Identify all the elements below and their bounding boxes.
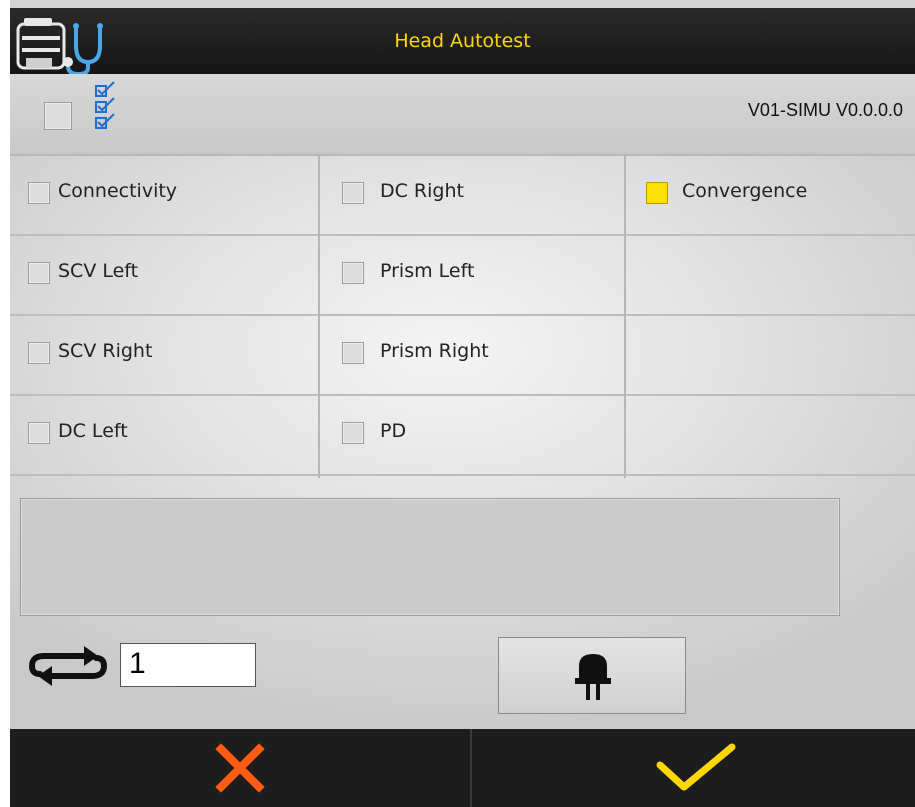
led-icon [575, 654, 611, 700]
footer-bar [10, 729, 915, 807]
test-checkbox[interactable] [342, 342, 364, 364]
message-box [20, 498, 840, 616]
autotest-dialog: Head Autotest V01-SIMU V0.0.0.0 Connecti… [10, 0, 915, 807]
test-label: PD [380, 420, 407, 442]
title-bar: Head Autotest [10, 8, 915, 77]
dialog-body: V01-SIMU V0.0.0.0 Connectivity SCV Left … [10, 74, 915, 729]
test-scv-right[interactable]: SCV Right [10, 316, 318, 396]
test-label: Prism Left [380, 260, 475, 282]
test-grid: Connectivity SCV Left SCV Right DC Left … [10, 156, 915, 478]
empty-cell [626, 236, 915, 316]
test-connectivity[interactable]: Connectivity [10, 156, 318, 236]
led-button[interactable] [498, 637, 686, 714]
empty-cell [626, 396, 915, 476]
test-dc-left[interactable]: DC Left [10, 396, 318, 476]
test-dc-right[interactable]: DC Right [320, 156, 624, 236]
dialog-title: Head Autotest [394, 30, 531, 52]
test-label: DC Right [380, 180, 464, 202]
cancel-button[interactable] [10, 729, 470, 807]
select-all-checkbox[interactable] [44, 102, 72, 130]
test-label: Prism Right [380, 340, 489, 362]
version-label: V01-SIMU V0.0.0.0 [747, 100, 903, 120]
test-label: Connectivity [58, 180, 178, 202]
test-checkbox[interactable] [28, 182, 50, 204]
test-pd[interactable]: PD [320, 396, 624, 476]
test-scv-left[interactable]: SCV Left [10, 236, 318, 316]
test-checkbox[interactable] [342, 422, 364, 444]
test-checkbox[interactable] [28, 422, 50, 444]
checklist-icon[interactable] [94, 80, 124, 136]
test-checkbox[interactable] [28, 262, 50, 284]
test-label: Convergence [682, 180, 808, 202]
toolbar: V01-SIMU V0.0.0.0 [10, 74, 915, 156]
checkmark-icon [656, 743, 736, 791]
repeat-icon [28, 644, 108, 688]
confirm-button[interactable] [472, 729, 915, 807]
empty-cell [626, 316, 915, 396]
test-label: SCV Right [58, 340, 153, 362]
test-label: SCV Left [58, 260, 139, 282]
test-checkbox[interactable] [342, 262, 364, 284]
test-convergence[interactable]: Convergence [626, 156, 915, 236]
test-prism-right[interactable]: Prism Right [320, 316, 624, 396]
test-prism-left[interactable]: Prism Left [320, 236, 624, 316]
test-label: DC Left [58, 420, 128, 442]
test-checkbox[interactable] [28, 342, 50, 364]
test-checkbox[interactable] [342, 182, 364, 204]
loop-count-input[interactable]: 1 [120, 643, 256, 687]
close-icon [215, 743, 265, 793]
test-checkbox-pending[interactable] [646, 182, 668, 204]
